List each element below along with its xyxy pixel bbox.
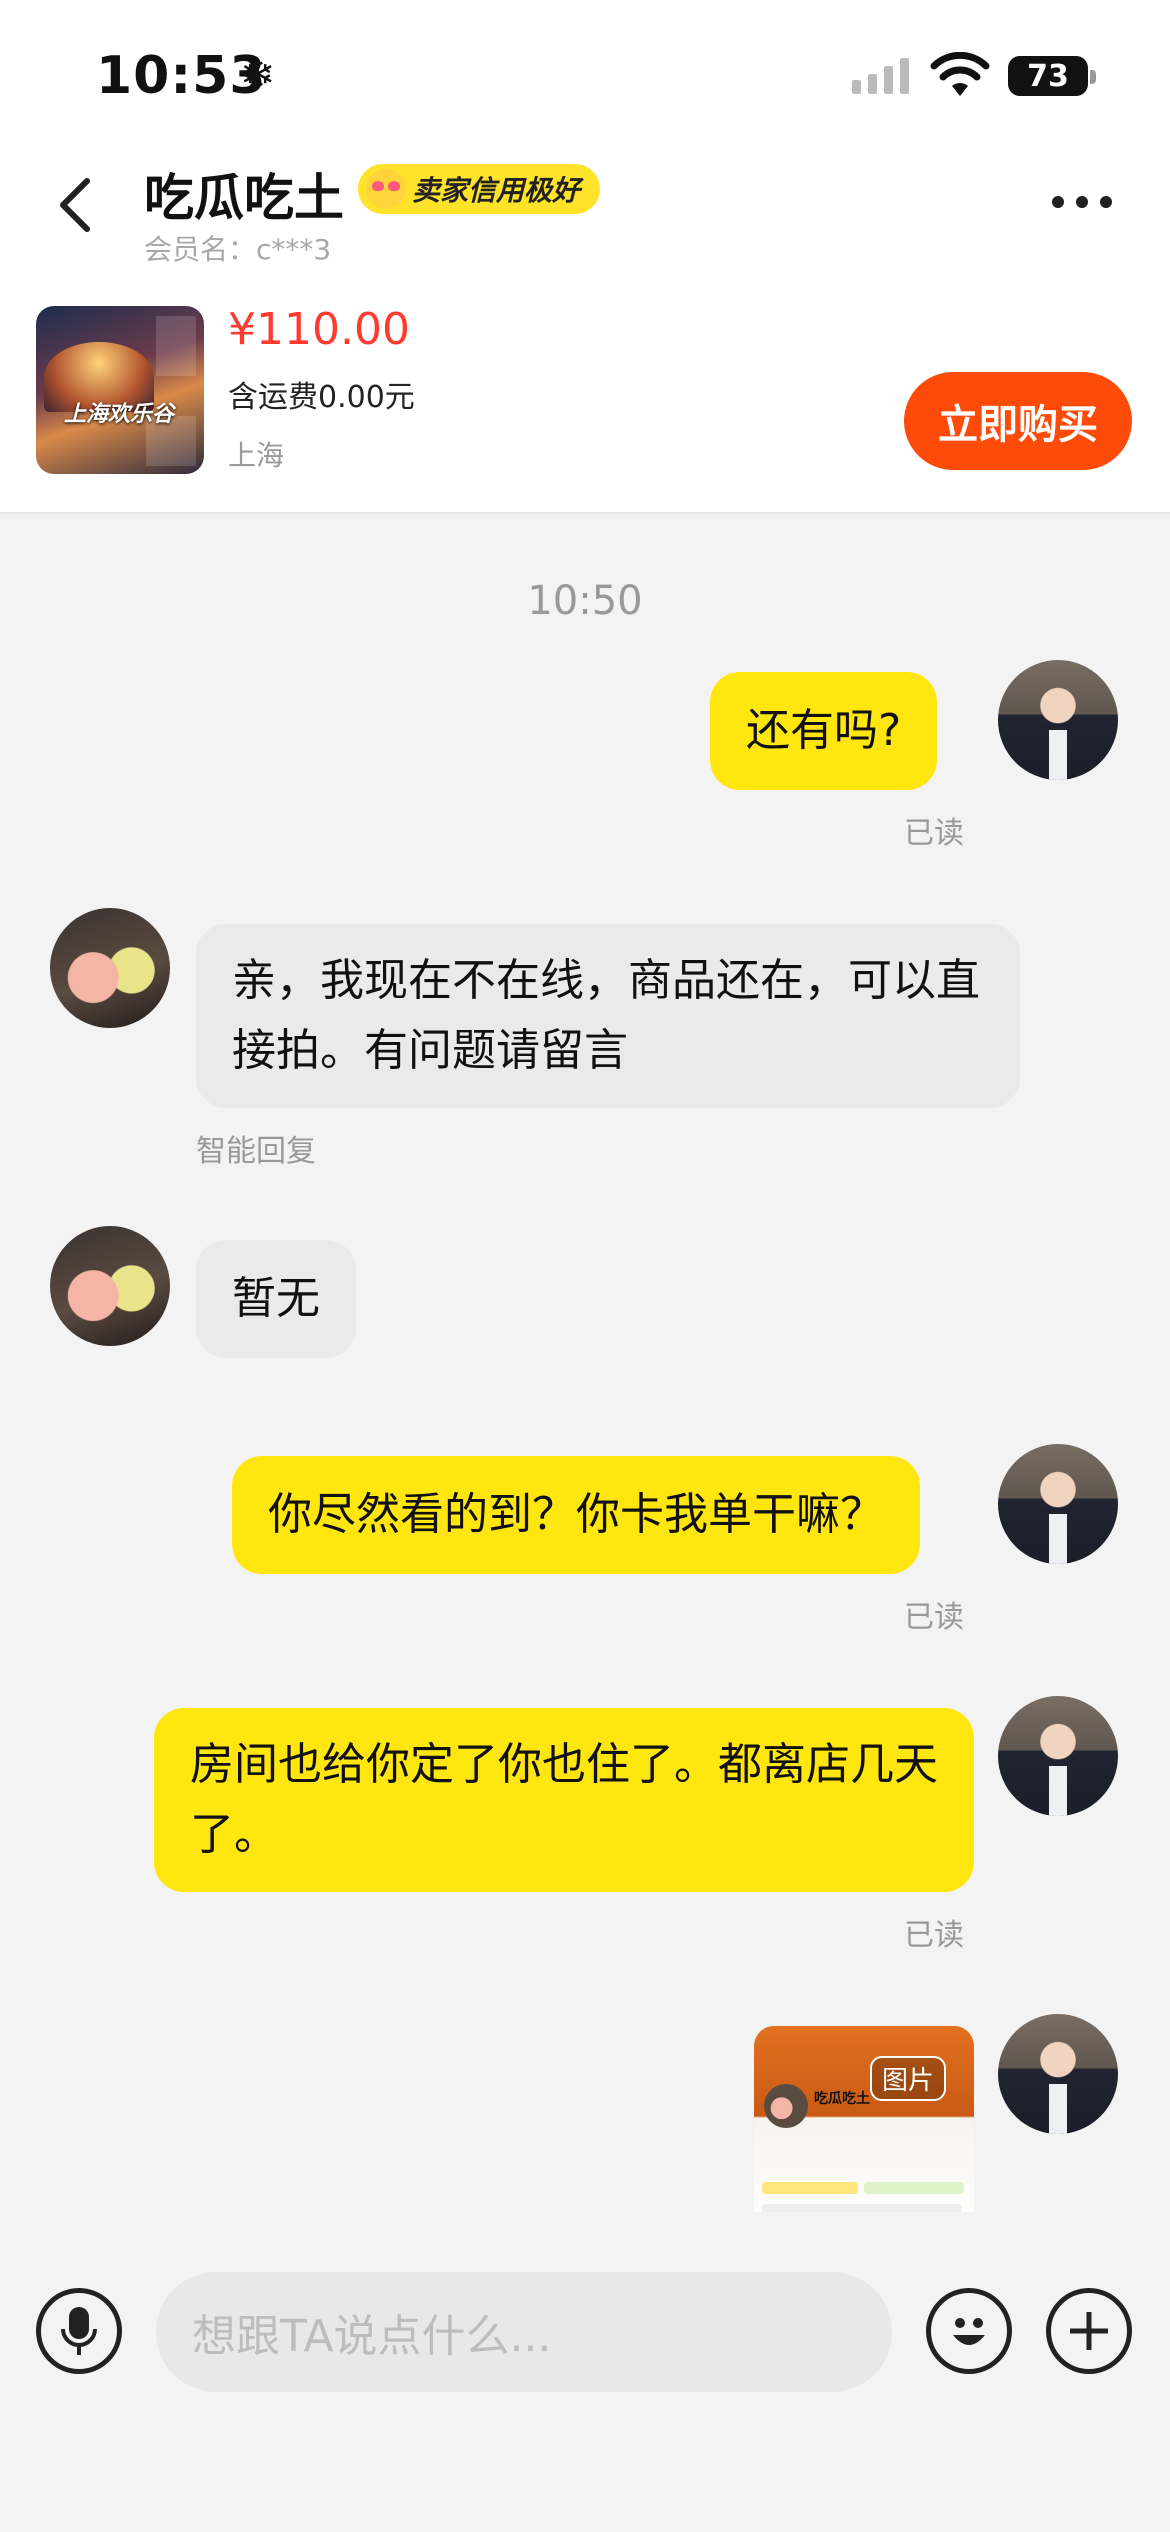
message-bubble-theirs[interactable]: 亲，我现在不在线，商品还在，可以直接拍。有问题请留言 — [196, 924, 1020, 1108]
mini-avatar — [764, 2084, 808, 2128]
battery-tip — [1090, 70, 1096, 84]
product-location: 上海 — [228, 439, 285, 472]
message-input[interactable]: 想跟TA说点什么... — [156, 2272, 892, 2392]
avatar[interactable] — [998, 660, 1118, 780]
battery-icon: 73 — [1008, 56, 1088, 96]
read-status: 已读 — [904, 1918, 964, 1953]
product-price: ¥110.00 — [228, 304, 410, 355]
avatar[interactable] — [50, 908, 170, 1028]
cellular-signal-icon — [852, 58, 909, 94]
more-dots-icon[interactable] — [1052, 196, 1112, 208]
member-name: 会员名：c***3 — [144, 233, 332, 266]
snowflake-icon: ❄ — [240, 50, 276, 99]
message-bubble-mine[interactable]: 还有吗? — [710, 672, 938, 790]
heart-eyes-icon — [366, 169, 406, 209]
product-thumbnail[interactable]: 上海欢乐谷 — [36, 306, 204, 474]
page-title: 吃瓜吃土 — [144, 169, 344, 227]
plus-icon[interactable] — [1046, 2288, 1132, 2374]
image-tag: 图片 — [870, 2056, 947, 2101]
header-area: 10:53 ❄ 73 吃瓜吃土 卖家信用极好 会员名：c***3 上海欢乐谷 ¥… — [0, 0, 1170, 514]
avatar[interactable] — [998, 1696, 1118, 1816]
time-separator: 10:50 — [527, 578, 643, 624]
image-row — [762, 2182, 858, 2194]
shipping-info: 含运费0.00元 — [228, 380, 415, 415]
message-bubble-mine[interactable]: 你尽然看的到？你卡我单干嘛？ — [232, 1456, 920, 1574]
avatar[interactable] — [998, 1444, 1118, 1564]
auto-reply-note: 智能回复 — [196, 1134, 316, 1169]
chevron-left-icon — [60, 178, 90, 232]
seller-credit-badge[interactable]: 卖家信用极好 — [358, 164, 601, 214]
image-message[interactable]: 吃瓜吃土 图片 — [754, 2026, 974, 2226]
chat-screen: 10:53 ❄ 73 吃瓜吃土 卖家信用极好 会员名：c***3 上海欢乐谷 ¥… — [0, 0, 1170, 2532]
image-row — [864, 2182, 964, 2194]
thumbnail-label: 上海欢乐谷 — [64, 402, 175, 427]
badge-label: 卖家信用极好 — [412, 174, 581, 207]
thumb-tile — [156, 316, 196, 376]
read-status: 已读 — [904, 816, 964, 851]
wifi-icon — [930, 52, 990, 96]
image-title: 吃瓜吃土 — [814, 2091, 870, 2107]
message-bubble-mine[interactable]: 房间也给你定了你也住了。都离店几天了。 — [154, 1708, 974, 1892]
avatar[interactable] — [998, 2014, 1118, 2134]
microphone-icon[interactable] — [36, 2288, 122, 2374]
buy-now-button[interactable]: 立即购买 — [904, 372, 1132, 470]
avatar[interactable] — [50, 1226, 170, 1346]
message-bubble-theirs[interactable]: 暂无 — [196, 1240, 356, 1358]
emoji-icon[interactable] — [926, 2288, 1012, 2374]
read-status: 已读 — [904, 1600, 964, 1635]
back-button[interactable] — [40, 160, 110, 250]
